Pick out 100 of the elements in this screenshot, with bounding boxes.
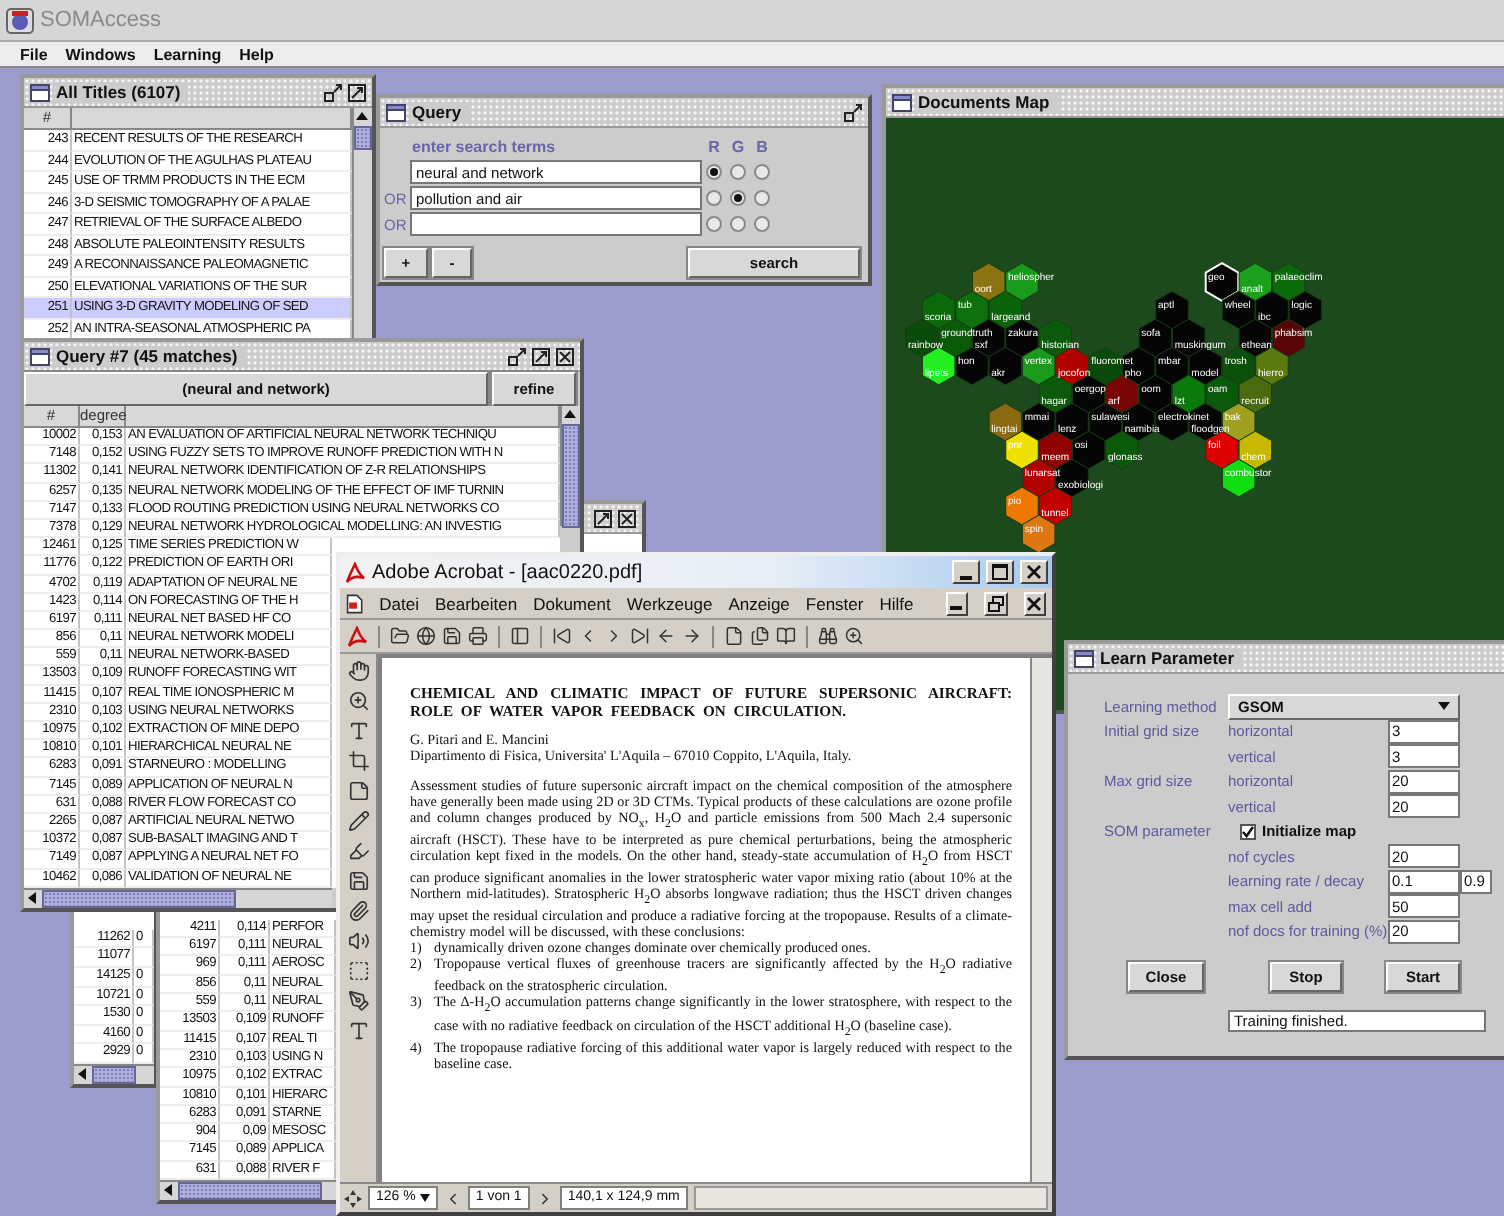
close-icon[interactable]: [618, 509, 636, 527]
selection-icon[interactable]: [347, 960, 369, 982]
pen-icon[interactable]: [347, 990, 369, 1012]
crop-icon[interactable]: [347, 750, 369, 772]
scrollbar[interactable]: [1030, 658, 1052, 1182]
pencil-icon[interactable]: [347, 810, 369, 832]
last-page-icon[interactable]: [630, 626, 650, 646]
map-cell[interactable]: [1221, 290, 1256, 330]
speaker-icon[interactable]: [347, 930, 369, 952]
map-cell[interactable]: [1105, 430, 1139, 470]
menu-item[interactable]: Learning: [153, 45, 222, 63]
globe-icon[interactable]: [416, 626, 436, 646]
close-icon: [1026, 564, 1042, 580]
window-title: All Titles (6107): [56, 82, 189, 102]
map-cell[interactable]: [988, 346, 1023, 386]
move-icon: [344, 1189, 362, 1207]
map-cell[interactable]: [955, 346, 989, 386]
map-cell[interactable]: [1005, 430, 1039, 470]
map-cell[interactable]: [921, 346, 956, 386]
paperclip-icon[interactable]: [347, 900, 369, 922]
scrollbar[interactable]: [24, 888, 332, 908]
scrollbar[interactable]: [160, 1180, 336, 1200]
window-icon: [30, 347, 50, 365]
printer-icon[interactable]: [468, 626, 488, 646]
search-hint: enter search terms: [410, 137, 558, 155]
map-cell[interactable]: [1071, 430, 1106, 470]
menu-item[interactable]: Bearbeiten: [434, 593, 518, 613]
close-button[interactable]: [1020, 560, 1048, 584]
map-cell[interactable]: [1238, 430, 1273, 470]
zoom-icon[interactable]: [347, 690, 369, 712]
radio-button[interactable]: [706, 216, 722, 232]
book-icon[interactable]: [776, 626, 796, 646]
map-cell[interactable]: [1005, 486, 1039, 526]
search-field[interactable]: [410, 212, 702, 236]
arrow-left-icon[interactable]: [160, 1182, 176, 1198]
maximize-icon[interactable]: [594, 509, 612, 527]
map-cell[interactable]: [1288, 290, 1323, 330]
minimize-icon[interactable]: [324, 83, 342, 101]
note-icon[interactable]: [347, 780, 369, 802]
radio-button[interactable]: [730, 190, 746, 206]
maximize-icon[interactable]: [348, 83, 366, 101]
radio-button[interactable]: [754, 164, 770, 180]
highlighter-icon[interactable]: [347, 840, 369, 862]
radio-button[interactable]: [754, 216, 770, 232]
arrow-up-icon[interactable]: [562, 406, 578, 422]
close-icon[interactable]: [556, 347, 574, 365]
page-icon[interactable]: [724, 626, 744, 646]
maximize-button[interactable]: [986, 560, 1014, 584]
acrobat-logo-icon: [346, 625, 368, 647]
minimize-icon[interactable]: [844, 103, 862, 121]
maximize-icon[interactable]: [532, 347, 550, 365]
menu-item[interactable]: Dokument: [533, 593, 611, 613]
save-icon[interactable]: [347, 870, 369, 892]
radio-button[interactable]: [706, 190, 722, 206]
menu-item[interactable]: Werkzeuge: [626, 593, 713, 613]
radio-button[interactable]: [730, 216, 746, 232]
radio-button[interactable]: [706, 164, 722, 180]
scroll-thumb[interactable]: [178, 1182, 322, 1200]
menu-item[interactable]: File: [20, 45, 48, 63]
scrollbar[interactable]: [693, 1186, 1048, 1210]
menu-item[interactable]: Fenster: [805, 593, 864, 613]
scrollbar[interactable]: [74, 1064, 154, 1084]
arrow-up-icon[interactable]: [354, 108, 370, 124]
checkbox[interactable]: [1240, 823, 1256, 840]
restore-button[interactable]: [984, 591, 1008, 615]
panel-icon[interactable]: [510, 626, 530, 646]
zoom-in-icon[interactable]: [844, 626, 864, 646]
text-select-icon[interactable]: [347, 720, 369, 742]
pages-icon[interactable]: [750, 626, 770, 646]
back-icon[interactable]: [656, 626, 676, 646]
close-button[interactable]: [1023, 591, 1047, 615]
arrow-left-icon[interactable]: [24, 890, 40, 906]
scroll-thumb[interactable]: [562, 424, 580, 528]
forward-icon[interactable]: [682, 626, 702, 646]
menu-item[interactable]: Windows: [65, 45, 136, 63]
menu-item[interactable]: Help: [239, 45, 274, 63]
minimize-button[interactable]: [952, 560, 980, 584]
scrollbar[interactable]: [352, 108, 372, 338]
map-cell[interactable]: [1021, 346, 1056, 386]
hand-icon[interactable]: [347, 660, 369, 682]
scroll-thumb[interactable]: [92, 1066, 136, 1084]
first-page-icon[interactable]: [552, 626, 572, 646]
radio-button[interactable]: [730, 164, 746, 180]
minimize-button[interactable]: [945, 591, 969, 615]
menu-item[interactable]: Anzeige: [728, 593, 790, 613]
window-title: Documents Map: [918, 92, 1058, 112]
folder-icon[interactable]: [390, 626, 410, 646]
map-cell[interactable]: [1021, 514, 1056, 554]
typewriter-icon[interactable]: [347, 1020, 369, 1042]
window-icon: [1074, 649, 1094, 667]
minimize-icon[interactable]: [508, 347, 526, 365]
menu-item[interactable]: Hilfe: [879, 593, 914, 613]
binoculars-icon[interactable]: [818, 626, 838, 646]
scroll-thumb[interactable]: [42, 890, 236, 908]
menu-item[interactable]: Datei: [379, 593, 419, 613]
scrollbar[interactable]: [560, 406, 580, 526]
arrow-left-icon[interactable]: [74, 1066, 90, 1082]
save-icon[interactable]: [442, 626, 462, 646]
radio-button[interactable]: [754, 190, 770, 206]
scroll-thumb[interactable]: [354, 126, 372, 150]
